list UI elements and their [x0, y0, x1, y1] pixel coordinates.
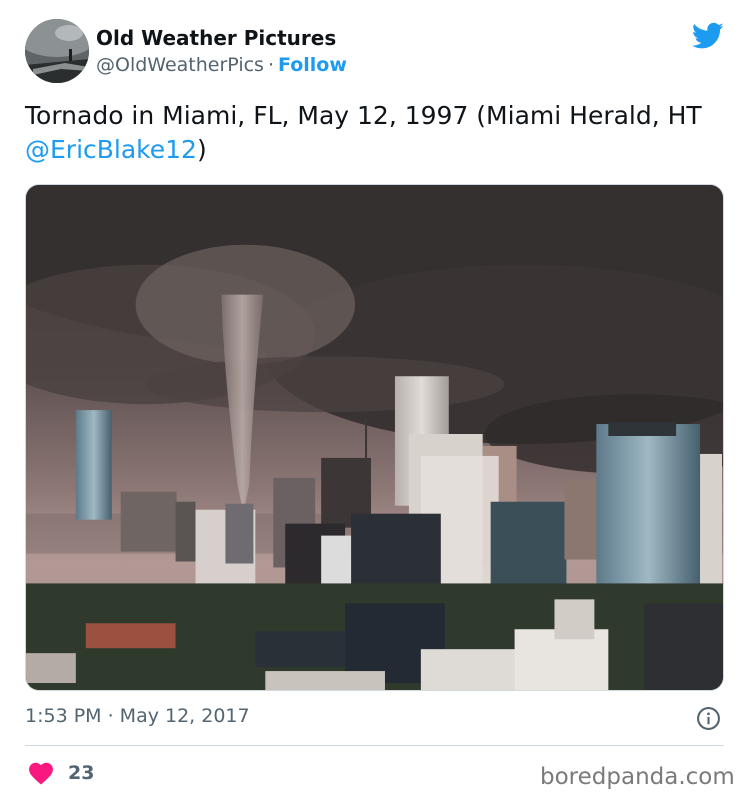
tweet-text-end: ) [196, 135, 207, 164]
tweet-photo[interactable] [25, 184, 724, 691]
tweet-timestamp[interactable]: 1:53 PM · May 12, 2017 [25, 705, 250, 727]
like-count: 23 [68, 762, 95, 784]
divider [25, 745, 724, 746]
handle-row: @OldWeatherPics · Follow [96, 54, 347, 76]
watermark: boredpanda.com [540, 764, 735, 790]
tweet-text-body: Tornado in Miami, FL, May 12, 1997 (Miam… [25, 101, 702, 130]
separator-dot: · [267, 54, 275, 76]
tweet-card: Old Weather Pictures @OldWeatherPics · Fol… [0, 0, 750, 802]
mention-link[interactable]: @EricBlake12 [25, 135, 197, 164]
follow-button[interactable]: Follow [278, 54, 347, 76]
twitter-bird-icon[interactable] [692, 22, 724, 50]
handle[interactable]: @OldWeatherPics [96, 54, 264, 76]
avatar-image [25, 19, 89, 83]
info-icon[interactable] [696, 706, 721, 731]
heart-icon [29, 762, 53, 785]
like-button[interactable]: 23 [28, 760, 94, 786]
display-name[interactable]: Old Weather Pictures [96, 26, 336, 50]
tweet-text: Tornado in Miami, FL, May 12, 1997 (Miam… [25, 99, 725, 167]
avatar[interactable] [25, 19, 89, 83]
tornado-photo [26, 185, 723, 690]
